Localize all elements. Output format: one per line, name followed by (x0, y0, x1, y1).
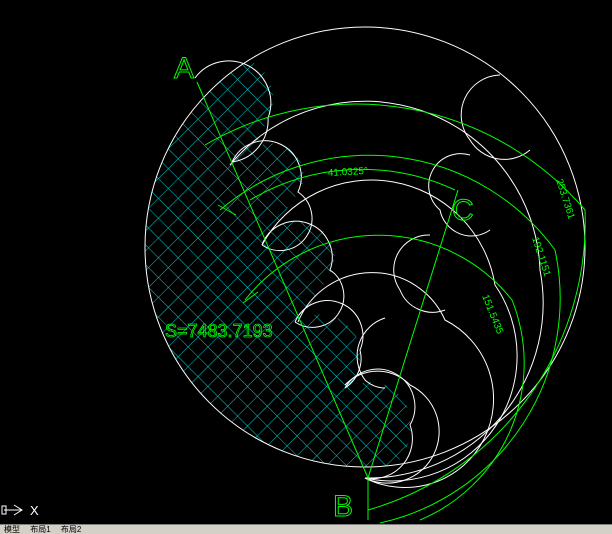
bubble-8[interactable] (393, 234, 446, 313)
point-label-c: C (452, 194, 474, 227)
ucs-x-label: X (30, 503, 39, 518)
hatched-region[interactable] (92, 56, 411, 484)
area-label: S=7483.7193 (165, 321, 273, 341)
arc-dimension-253: 253.7361 (553, 178, 576, 221)
angle-dimension-label: 41.0325° (328, 166, 369, 179)
bubble-6[interactable] (460, 74, 531, 160)
bubble-9[interactable] (356, 317, 386, 389)
line-b-c[interactable] (367, 189, 459, 479)
point-label-b: B (333, 490, 353, 523)
arc-dimension-151: 151.5435 (479, 293, 505, 336)
ucs-axis-icon (1, 504, 23, 516)
point-label-a: A (174, 52, 194, 85)
cad-drawing-canvas[interactable]: A B C 41.0325° 253.7361 192.1151 151.543… (0, 0, 612, 533)
